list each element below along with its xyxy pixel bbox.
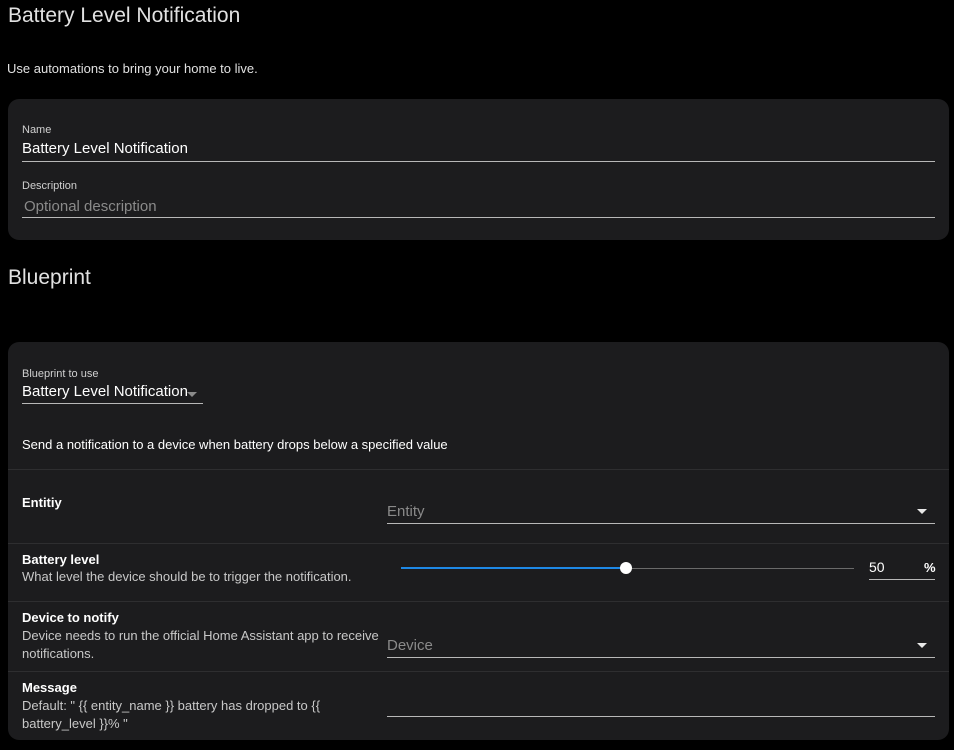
blueprint-select-value: Battery Level Notification bbox=[22, 383, 188, 400]
message-field-underline bbox=[387, 716, 935, 717]
blueprint-description: Send a notification to a device when bat… bbox=[22, 437, 448, 452]
caret-down-icon bbox=[917, 509, 927, 514]
slider-thumb[interactable] bbox=[620, 562, 632, 574]
name-field-label: Name bbox=[22, 124, 52, 136]
divider bbox=[8, 671, 949, 672]
entity-select-placeholder: Entity bbox=[387, 503, 425, 520]
description-field[interactable]: Optional description bbox=[24, 198, 157, 215]
blueprint-select-label: Blueprint to use bbox=[22, 368, 99, 380]
input-battery-level-title: Battery level bbox=[22, 552, 100, 567]
input-device-description: Device needs to run the official Home As… bbox=[22, 628, 379, 661]
name-field[interactable]: Battery Level Notification bbox=[22, 140, 188, 157]
caret-down-icon bbox=[187, 392, 197, 397]
device-select-underline bbox=[387, 657, 935, 658]
slider-track-active bbox=[401, 567, 626, 569]
automation-editor: Battery Level Notification Use automatio… bbox=[0, 0, 954, 750]
input-device-title: Device to notify bbox=[22, 610, 119, 625]
divider bbox=[8, 469, 949, 470]
intro-text: Use automations to bring your home to li… bbox=[7, 61, 258, 76]
battery-level-value-underline bbox=[869, 579, 935, 580]
battery-level-value: 50 bbox=[869, 559, 885, 575]
device-select-placeholder: Device bbox=[387, 637, 433, 654]
description-field-label: Description bbox=[22, 180, 78, 192]
blueprint-section-title: Blueprint bbox=[8, 266, 91, 289]
page-title: Battery Level Notification bbox=[8, 4, 241, 27]
input-message-description: Default: " {{ entity_name }} battery has… bbox=[22, 698, 321, 731]
blueprint-select-underline bbox=[22, 403, 203, 404]
automation-info-card: Name Battery Level Notification Descript… bbox=[8, 99, 949, 240]
input-battery-level-description: What level the device should be to trigg… bbox=[22, 569, 352, 584]
input-entity-title: Entitiy bbox=[22, 495, 62, 510]
divider bbox=[8, 543, 949, 544]
battery-level-unit: % bbox=[924, 560, 936, 575]
divider bbox=[8, 601, 949, 602]
caret-down-icon bbox=[917, 643, 927, 648]
entity-select-underline bbox=[387, 523, 935, 524]
blueprint-card: Blueprint to use Battery Level Notificat… bbox=[8, 342, 949, 740]
name-field-underline bbox=[22, 161, 935, 162]
description-field-underline bbox=[22, 217, 935, 218]
slider-track-inactive bbox=[626, 568, 854, 569]
input-message-title: Message bbox=[22, 680, 77, 695]
